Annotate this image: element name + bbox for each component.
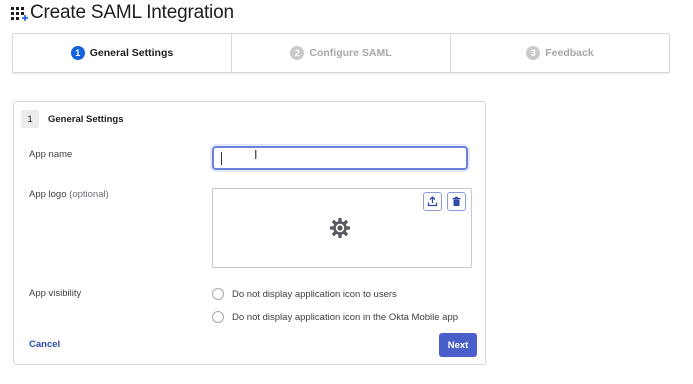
app-name-label: App name bbox=[29, 149, 73, 160]
step-label: Feedback bbox=[545, 47, 594, 59]
upload-logo-button[interactable] bbox=[423, 192, 442, 211]
visibility-option-label: Do not display application icon to users bbox=[232, 288, 397, 300]
step-configure-saml[interactable]: 2 Configure SAML bbox=[232, 34, 451, 72]
wizard-stepper: 1 General Settings 2 Configure SAML 3 Fe… bbox=[12, 33, 670, 73]
optional-hint: (optional) bbox=[69, 189, 109, 200]
radio-button[interactable] bbox=[212, 288, 224, 300]
card-title: General Settings bbox=[48, 113, 124, 125]
app-grid-add-icon bbox=[11, 7, 28, 21]
step-number: 3 bbox=[526, 46, 541, 60]
radio-button[interactable] bbox=[212, 311, 224, 323]
next-button[interactable]: Next bbox=[439, 333, 477, 357]
app-logo-dropzone[interactable] bbox=[212, 188, 472, 268]
card-section-number: 1 bbox=[21, 110, 39, 128]
card-header: 1 General Settings bbox=[21, 110, 124, 128]
delete-logo-button[interactable] bbox=[447, 192, 466, 211]
page-header: Create SAML Integration bbox=[10, 0, 234, 26]
app-logo-label-text: App logo bbox=[29, 189, 67, 200]
step-feedback[interactable]: 3 Feedback bbox=[451, 34, 669, 72]
page-title: Create SAML Integration bbox=[30, 2, 234, 23]
text-cursor bbox=[221, 152, 222, 165]
app-logo-label: App logo (optional) bbox=[29, 189, 109, 200]
visibility-option-label: Do not display application icon in the O… bbox=[232, 311, 459, 323]
app-name-input[interactable] bbox=[212, 146, 468, 170]
cancel-button[interactable]: Cancel bbox=[29, 339, 60, 350]
step-label: Configure SAML bbox=[309, 47, 392, 59]
upload-icon bbox=[427, 196, 438, 207]
step-label: General Settings bbox=[89, 47, 174, 59]
gear-icon bbox=[329, 217, 351, 239]
mouse-ibeam-cursor-icon: I bbox=[254, 148, 258, 162]
step-general-settings[interactable]: 1 General Settings bbox=[13, 34, 232, 72]
visibility-option-hide-from-okta-mobile[interactable]: Do not display application icon in the O… bbox=[212, 311, 458, 323]
app-visibility-label: App visibility bbox=[29, 288, 82, 299]
visibility-option-hide-from-users[interactable]: Do not display application icon to users bbox=[212, 288, 397, 300]
general-settings-card: 1 General Settings App name I App logo (… bbox=[13, 101, 486, 365]
trash-icon bbox=[452, 196, 461, 206]
step-number: 1 bbox=[70, 46, 85, 60]
step-number: 2 bbox=[290, 46, 305, 60]
